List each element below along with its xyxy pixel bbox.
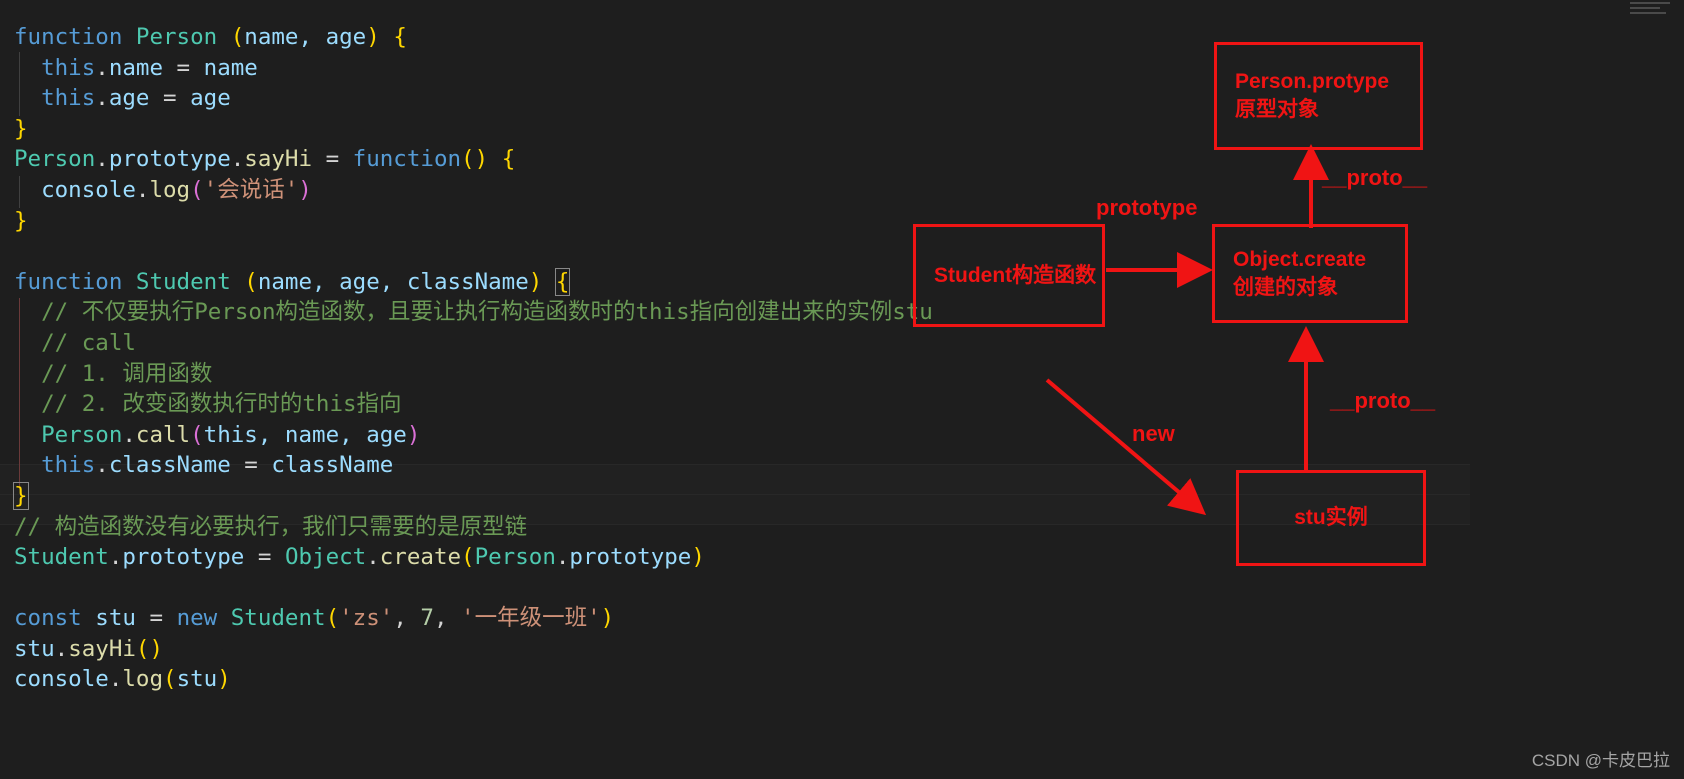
- token-property: name: [108, 54, 164, 81]
- code-line-13[interactable]: // 2. 改变函数执行时的this指向: [14, 389, 1674, 420]
- code-line-17[interactable]: // 构造函数没有必要执行，我们只需要的是原型链: [14, 512, 1674, 543]
- code-line-2[interactable]: this.name = name: [14, 53, 1674, 84]
- code-line-6[interactable]: console.log('会说话'): [14, 175, 1674, 206]
- code-line-15[interactable]: this.className = className: [14, 450, 1674, 481]
- token-number: 7: [420, 605, 434, 632]
- matching-bracket: }: [13, 481, 29, 510]
- token-comment: // 1. 调用函数: [41, 360, 213, 387]
- token-prototype: prototype: [122, 544, 245, 571]
- token-comment: // 构造函数没有必要执行，我们只需要的是原型链: [14, 513, 528, 540]
- code-line-10[interactable]: // 不仅要执行Person构造函数，且要让执行构造函数时的this指向创建出来…: [14, 297, 1674, 328]
- code-line-3[interactable]: this.age = age: [14, 83, 1674, 114]
- token-arg: stu: [176, 666, 218, 693]
- minimap-indicator: [1630, 2, 1676, 20]
- code-line-20[interactable]: const stu = new Student('zs', 7, '一年级一班'…: [14, 603, 1674, 634]
- token-object: console: [41, 176, 136, 203]
- code-line-1[interactable]: function Person (name, age) {: [14, 22, 1674, 53]
- token-comment: // 2. 改变函数执行时的this指向: [41, 391, 402, 418]
- token-keyword-new: new: [176, 605, 218, 632]
- code-lines[interactable]: function Person (name, age) { this.name …: [13, 22, 1674, 695]
- token-this: this: [41, 452, 96, 479]
- token-value: name: [203, 54, 258, 81]
- code-line-5[interactable]: Person.prototype.sayHi = function() {: [14, 144, 1674, 175]
- code-line-9[interactable]: function Student (name, age, className) …: [14, 267, 1674, 298]
- code-line-22[interactable]: console.log(stu): [14, 664, 1674, 695]
- token-args: this, name, age: [203, 421, 407, 448]
- token-comment: // call: [41, 329, 136, 356]
- token-method: log: [149, 176, 191, 203]
- code-line-19[interactable]: [14, 573, 1674, 604]
- token-object: Student: [14, 544, 109, 571]
- code-line-21[interactable]: stu.sayHi(): [14, 634, 1674, 665]
- token-this: this: [41, 85, 96, 112]
- token-params: name, age, className: [257, 268, 529, 295]
- token-method: sayHi: [244, 146, 313, 173]
- token-keyword: function: [14, 268, 123, 295]
- token-object: Person: [14, 146, 96, 173]
- token-keyword-const: const: [14, 605, 82, 632]
- token-prototype: prototype: [108, 146, 231, 173]
- code-line-12[interactable]: // 1. 调用函数: [14, 359, 1674, 390]
- code-line-7[interactable]: }: [14, 206, 1674, 237]
- token-constructor: Student: [230, 605, 326, 632]
- token-property: className: [108, 452, 231, 479]
- token-method: sayHi: [68, 635, 136, 662]
- token-comment: // 不仅要执行Person构造函数，且要让执行构造函数时的this指向创建出来…: [41, 299, 933, 326]
- code-line-8[interactable]: [14, 236, 1674, 267]
- token-string: 'zs': [339, 605, 394, 632]
- token-value: age: [190, 85, 231, 112]
- code-line-4[interactable]: }: [14, 114, 1674, 145]
- matching-bracket: {: [554, 267, 571, 296]
- code-line-16[interactable]: }: [13, 481, 1674, 512]
- token-keyword: function: [14, 24, 123, 50]
- token-variable: stu: [14, 635, 55, 662]
- token-function-name: Person: [135, 24, 218, 50]
- code-line-14[interactable]: Person.call(this, name, age): [14, 420, 1674, 451]
- token-arg-prototype: prototype: [569, 544, 692, 571]
- token-method: call: [135, 421, 191, 448]
- token-object: Object: [284, 544, 367, 571]
- code-editor-pane[interactable]: function Person (name, age) { this.name …: [0, 0, 1684, 779]
- token-variable: stu: [95, 605, 136, 632]
- token-method: create: [379, 544, 462, 571]
- token-object: Person: [41, 421, 123, 448]
- token-function-name: Student: [135, 268, 231, 295]
- token-object: console: [14, 666, 109, 693]
- token-property: age: [108, 85, 150, 112]
- token-this: this: [41, 54, 96, 81]
- code-line-11[interactable]: // call: [14, 328, 1674, 359]
- watermark-text: CSDN @卡皮巴拉: [1531, 751, 1670, 770]
- token-params: name, age: [244, 24, 367, 50]
- token-keyword: function: [352, 146, 462, 173]
- token-method: log: [122, 666, 164, 693]
- token-value: className: [271, 452, 394, 479]
- token-arg-object: Person: [474, 544, 556, 571]
- code-line-18[interactable]: Student.prototype = Object.create(Person…: [14, 542, 1674, 573]
- token-string: '一年级一班': [461, 605, 601, 632]
- token-string: '会说话': [203, 176, 299, 203]
